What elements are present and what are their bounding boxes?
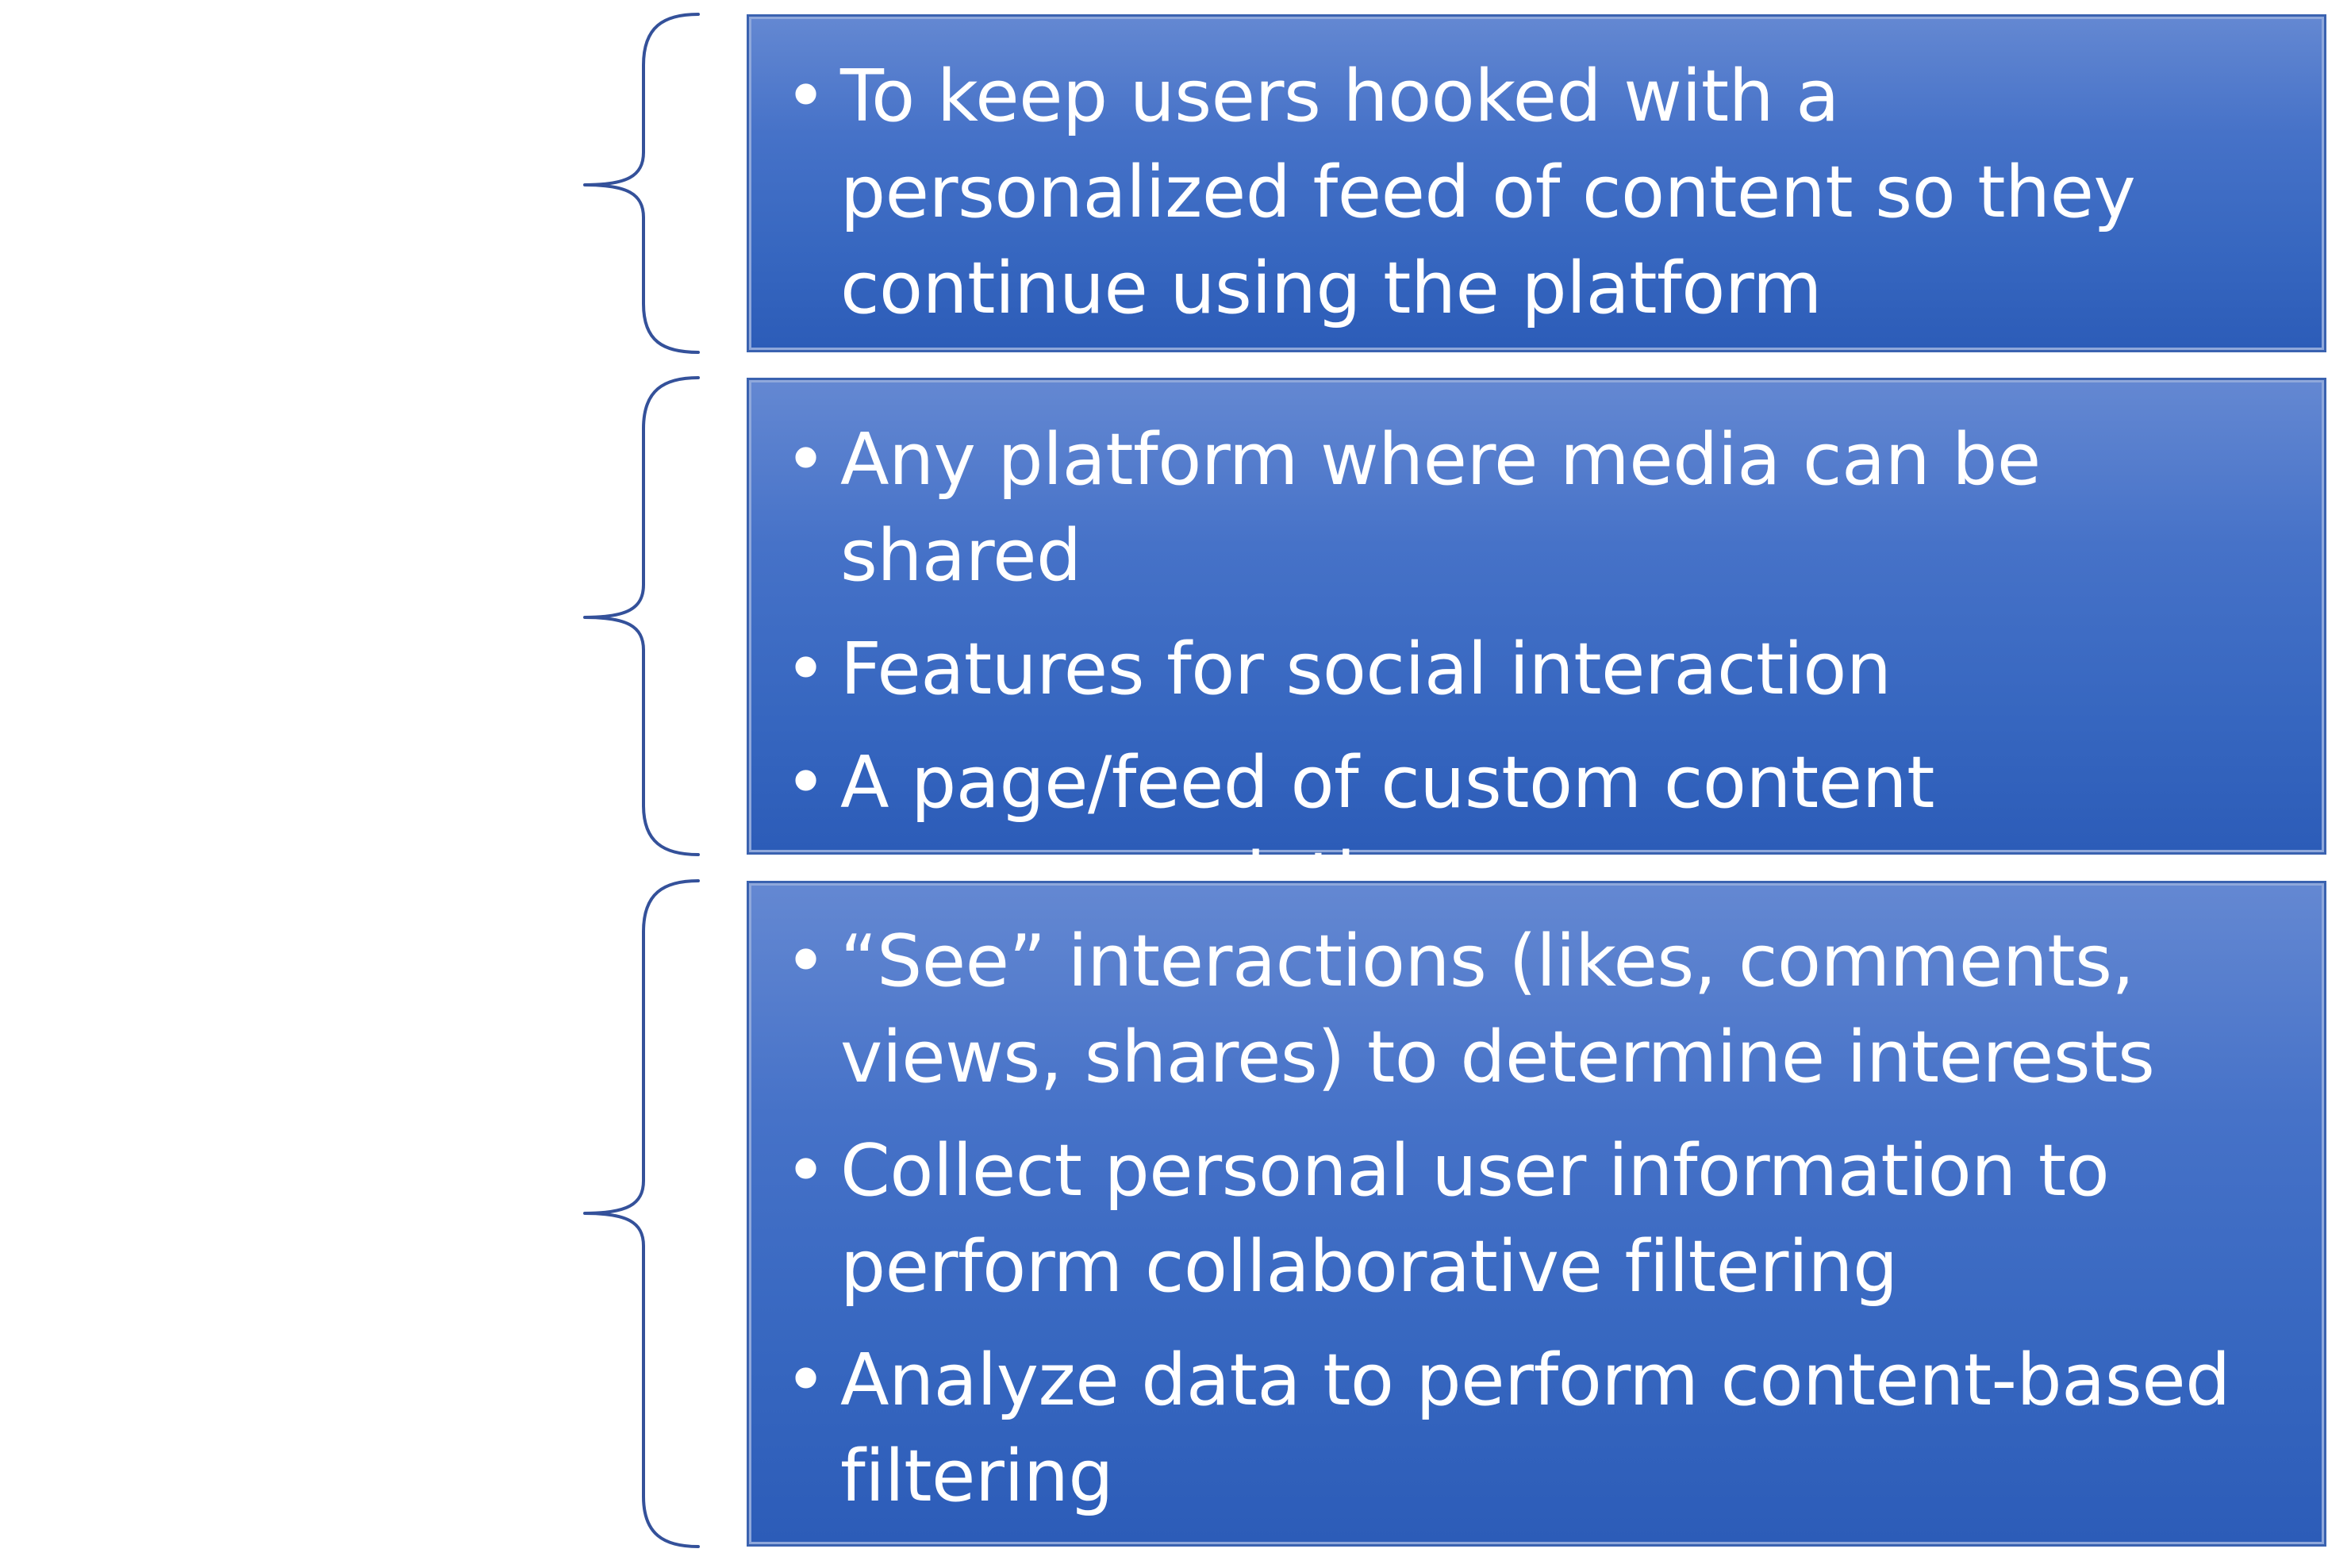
bullet-dot: • [785, 1339, 827, 1422]
bullet-text: Any platform where media can be shared [840, 418, 2041, 598]
methods-box: • “See” interactions (likes, comments, v… [747, 881, 2326, 1547]
bullet-dot: • [785, 920, 827, 1003]
methods-bullet-item: • “See” interactions (likes, comments, v… [785, 913, 2300, 1105]
features-bullet-list: • Any platform where media can be shared… [785, 412, 2300, 927]
features-box: • Any platform where media can be shared… [747, 378, 2326, 920]
bullet-text: To keep users hooked with a personalized… [840, 55, 2136, 330]
bullet-dot: • [785, 628, 827, 711]
left-brace-methods [583, 879, 700, 1548]
methods-bullet-list: • “See” interactions (likes, comments, v… [785, 913, 2300, 1524]
bullet-dot: • [785, 1129, 827, 1213]
bullet-text: “See” interactions (likes, comments, vie… [840, 920, 2155, 1099]
bullet-dot: • [785, 741, 827, 824]
left-brace-goal [583, 13, 700, 354]
methods-bullet-item: • Analyze data to perform content-based … [785, 1332, 2300, 1524]
bullet-text: Features for social interaction [840, 628, 1892, 711]
bullet-dot: • [785, 55, 827, 138]
features-bullet-item: • Any platform where media can be shared [785, 412, 2300, 604]
bullet-text: Collect personal user information to per… [840, 1129, 2110, 1309]
goal-box: • To keep users hooked with a personaliz… [747, 14, 2326, 352]
goal-bullet-item: • To keep users hooked with a personaliz… [785, 48, 2300, 336]
features-bullet-item: • Features for social interaction [785, 621, 2300, 717]
goal-bullet-list: • To keep users hooked with a personaliz… [785, 48, 2300, 336]
bullet-text: Analyze data to perform content-based fi… [840, 1339, 2230, 1518]
left-brace-features [583, 376, 700, 856]
methods-bullet-item: • Collect personal user information to p… [785, 1123, 2300, 1315]
bullet-dot: • [785, 418, 827, 502]
